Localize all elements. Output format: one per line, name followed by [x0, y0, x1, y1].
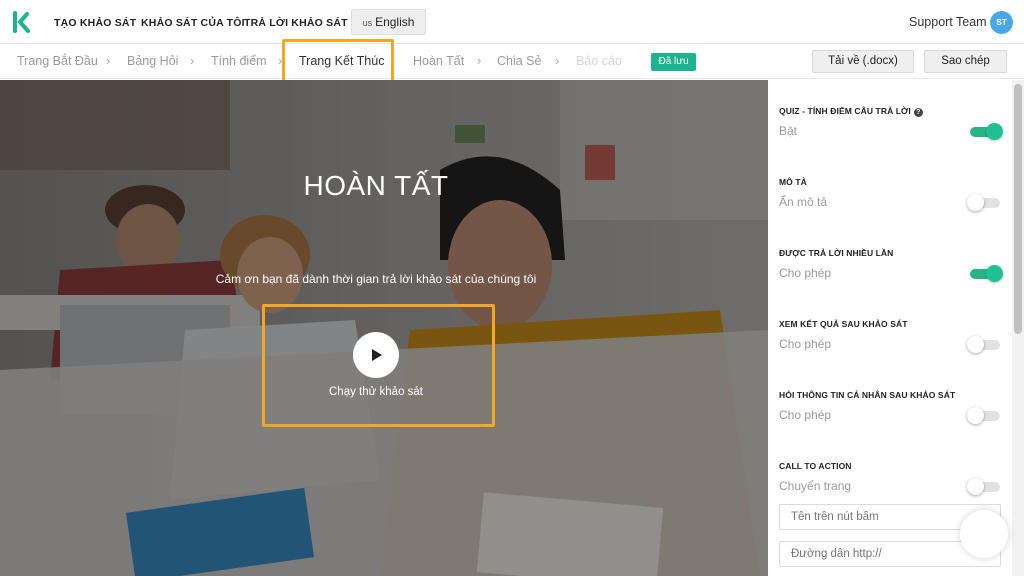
settings-panel: QUIZ - TÍNH ĐIỂM CÂU TRẢ LỜI? Bật MÔ TẢ …: [768, 80, 1024, 576]
setting-cta-value: Chuyển trang: [779, 479, 852, 493]
setting-multiple-answers-value: Cho phép: [779, 266, 832, 280]
toggle-knob: [986, 123, 1003, 140]
play-button-highlight: [262, 304, 495, 427]
step-complete[interactable]: Hoàn Tất: [413, 54, 464, 68]
setting-personal-info-title: HỎI THÔNG TIN CÁ NHÂN SAU KHẢO SÁT: [779, 390, 956, 400]
thank-you-message[interactable]: Cảm ơn bạn đã dành thời gian trả lời khả…: [0, 272, 752, 286]
user-name[interactable]: Support Team: [909, 15, 987, 29]
copy-button[interactable]: Sao chép: [924, 50, 1007, 73]
panel-scrollbar[interactable]: [1012, 80, 1024, 576]
cta-toggle[interactable]: [967, 478, 1000, 495]
help-icon[interactable]: ?: [913, 108, 923, 117]
quiz-toggle[interactable]: [970, 123, 1003, 140]
us-flag-icon: us: [362, 18, 373, 28]
download-docx-button[interactable]: Tải về (.docx): [812, 50, 914, 73]
chevron-right-icon: ›: [106, 53, 111, 68]
step-questionnaire[interactable]: Bảng Hỏi: [127, 54, 178, 68]
scrollbar-thumb[interactable]: [1014, 84, 1022, 334]
status-badge: Đã lưu: [651, 53, 696, 71]
personal-info-toggle[interactable]: [967, 407, 1000, 424]
active-step-highlight: [282, 39, 394, 83]
language-selector[interactable]: us English: [351, 9, 426, 35]
nav-create-survey[interactable]: TẠO KHẢO SÁT: [54, 17, 136, 29]
app-logo-icon[interactable]: [12, 11, 32, 33]
setting-view-results-value: Cho phép: [779, 337, 832, 351]
chat-widget-button[interactable]: [960, 510, 1008, 558]
toggle-knob: [967, 407, 984, 424]
description-toggle[interactable]: [967, 194, 1000, 211]
chevron-right-icon: ›: [555, 53, 560, 68]
breadcrumb: Trang Bắt Đầu › Bảng Hỏi › Tính điểm › T…: [0, 44, 1024, 79]
setting-cta-title: CALL TO ACTION: [779, 461, 852, 471]
setting-quiz-value: Bật: [779, 124, 798, 138]
toggle-knob: [986, 265, 1003, 282]
nav-answer-survey[interactable]: TRẢ LỜI KHẢO SÁT: [244, 17, 348, 29]
setting-view-results-title: XEM KẾT QUẢ SAU KHẢO SÁT: [779, 319, 908, 329]
toggle-knob: [967, 478, 984, 495]
language-label: English: [375, 15, 415, 29]
multiple-answers-toggle[interactable]: [970, 265, 1003, 282]
chevron-right-icon: ›: [477, 53, 482, 68]
step-scoring[interactable]: Tính điểm: [211, 54, 267, 68]
view-results-toggle[interactable]: [967, 336, 1000, 353]
step-share[interactable]: Chia Sẻ: [497, 54, 541, 68]
toggle-knob: [967, 194, 984, 211]
step-start-page[interactable]: Trang Bắt Đầu: [17, 54, 98, 68]
setting-multiple-answers-title: ĐƯỢC TRẢ LỜI NHIỀU LẦN: [779, 248, 894, 258]
setting-personal-info-value: Cho phép: [779, 408, 832, 422]
top-navbar: TẠO KHẢO SÁT KHẢO SÁT CỦA TÔI TRẢ LỜI KH…: [0, 0, 1024, 44]
setting-description-title: MÔ TẢ: [779, 177, 807, 187]
toggle-knob: [967, 336, 984, 353]
setting-description-value: Ẩn mô tả: [779, 195, 828, 209]
page-title[interactable]: HOÀN TẤT: [0, 170, 752, 202]
setting-quiz-title: QUIZ - TÍNH ĐIỂM CÂU TRẢ LỜI?: [779, 106, 923, 117]
step-report: Báo cáo: [576, 54, 622, 68]
nav-my-surveys[interactable]: KHẢO SÁT CỦA TÔI: [141, 17, 245, 29]
avatar[interactable]: ST: [990, 11, 1013, 34]
chevron-right-icon: ›: [190, 53, 195, 68]
